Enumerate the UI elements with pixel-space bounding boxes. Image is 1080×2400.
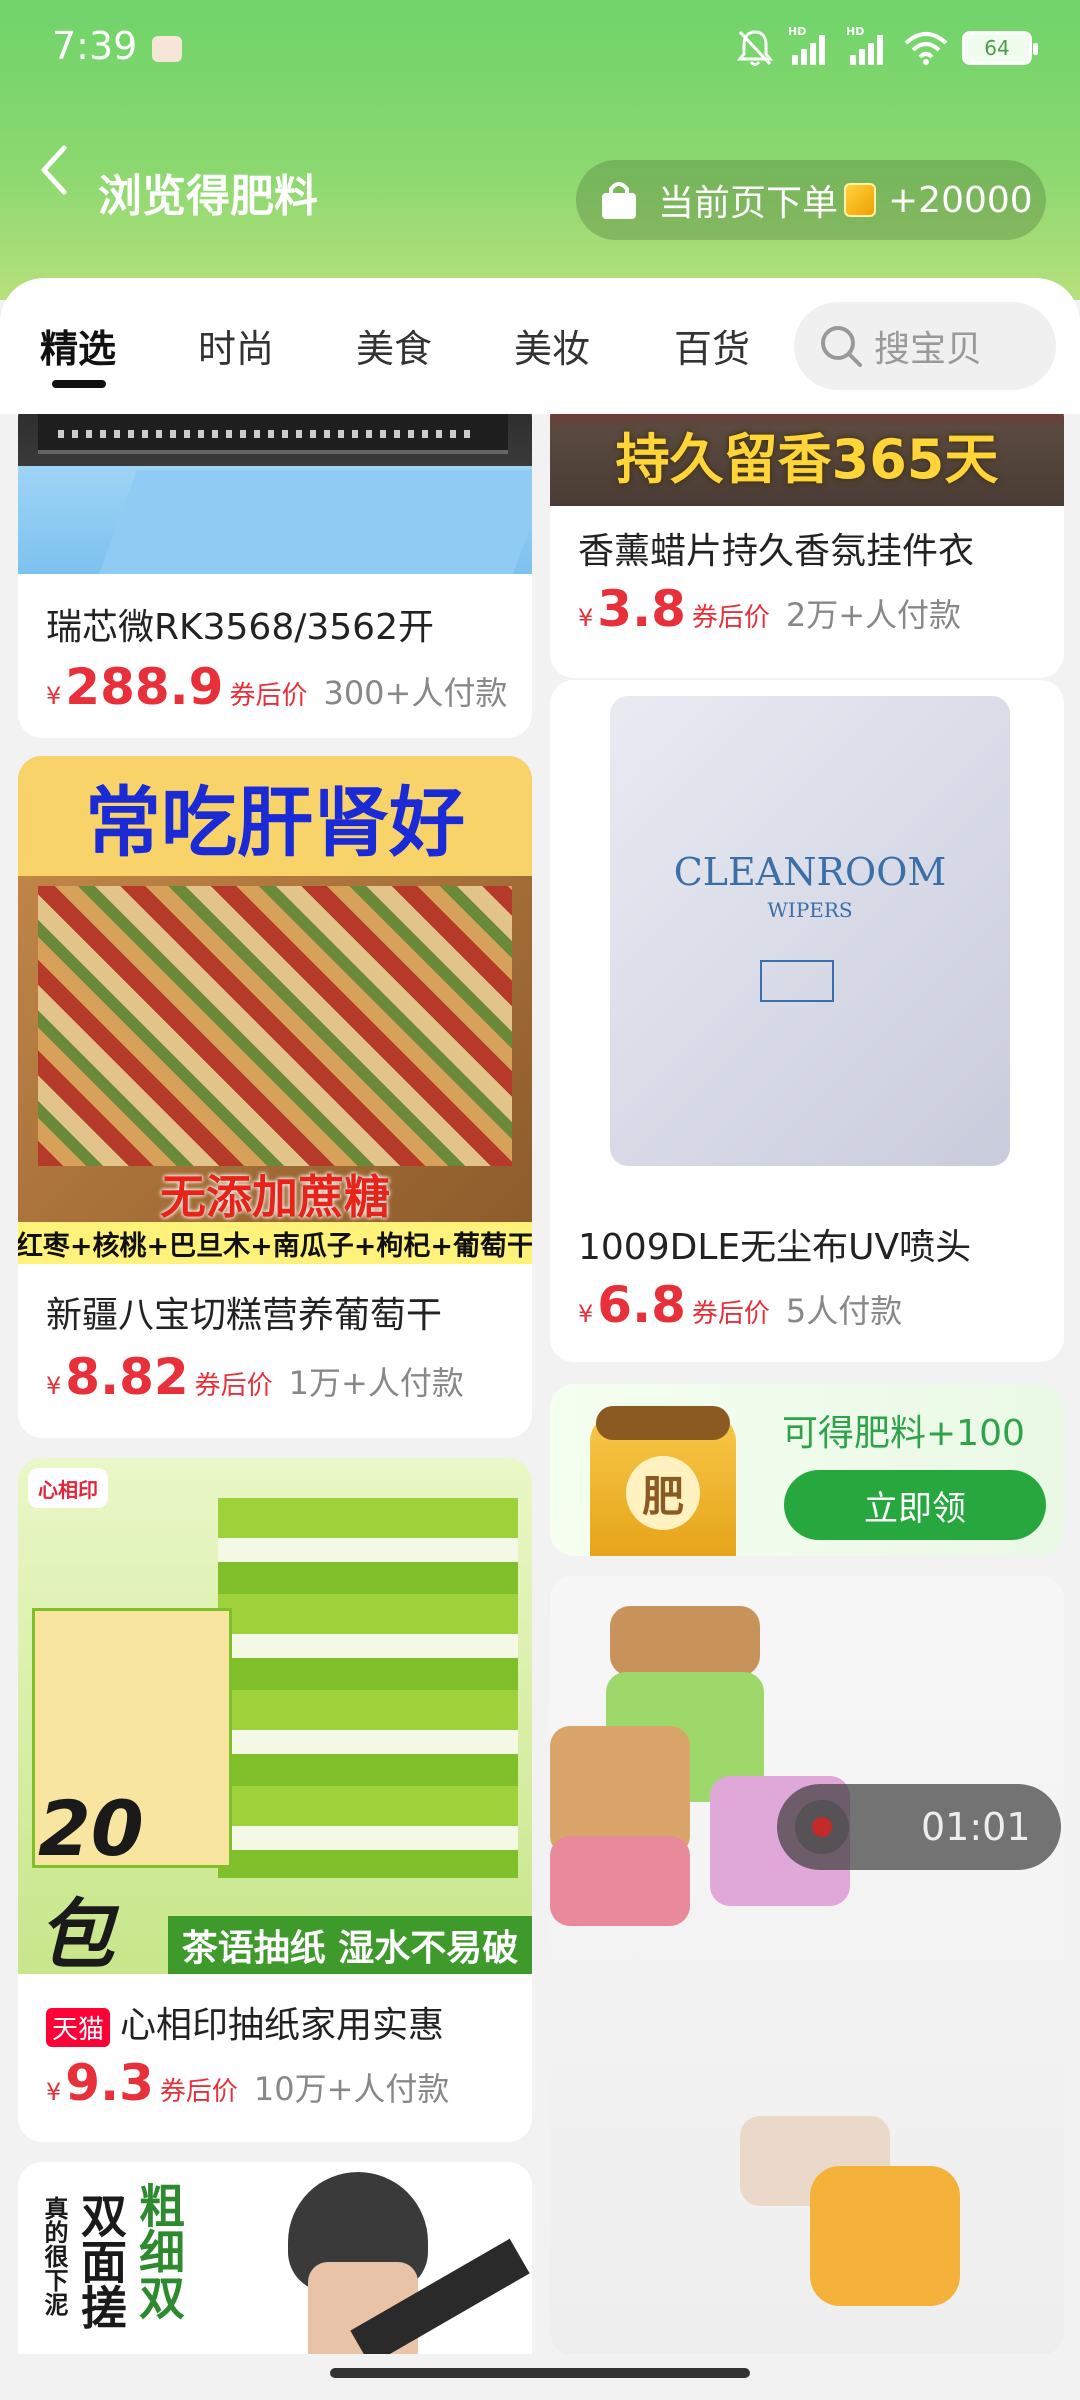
- promo-text: 当前页下单: [658, 183, 839, 224]
- tab-featured[interactable]: 精选: [40, 318, 116, 373]
- app-notification-icon: [152, 36, 182, 62]
- product-title: 天猫 心相印抽纸家用实惠: [46, 1996, 444, 2048]
- product-price: 8.82: [65, 1348, 189, 1406]
- buyers-count: 300+人付款: [323, 674, 508, 712]
- buyers-count: 1万+人付款: [288, 1364, 464, 1402]
- product-title: 新疆八宝切糕营养葡萄干: [46, 1295, 443, 1336]
- price-row: ¥ 288.9 券后价 300+人付款: [46, 658, 508, 716]
- product-image: 持久留香365天: [550, 414, 1064, 506]
- video-time: 01:01: [921, 1805, 1031, 1849]
- fertilizer-reward-card[interactable]: 肥 可得肥料+100 立即领: [550, 1384, 1064, 1556]
- order-reward-pill[interactable]: 当前页下单 +20000: [576, 160, 1046, 240]
- product-card[interactable]: 持久留香365天 香薰蜡片持久香氛挂件衣 ¥ 3.8 券后价 2万+人付款: [550, 414, 1064, 678]
- fertilizer-reward-text: 可得肥料+100: [782, 1413, 1025, 1454]
- tab-beauty[interactable]: 美妆: [514, 318, 590, 373]
- product-feed: 瑞芯微RK3568/3562开 ¥ 288.9 券后价 300+人付款 持久留香…: [0, 414, 1080, 2354]
- tab-food[interactable]: 美食: [356, 318, 432, 373]
- image-brand: CLEANROOM: [673, 850, 947, 894]
- product-card[interactable]: 瑞芯微RK3568/3562开 ¥ 288.9 券后价 300+人付款: [18, 414, 532, 738]
- product-video: [550, 1576, 1064, 2354]
- product-image: 真的很下泥 双面搓 粗细双: [18, 2162, 532, 2354]
- tmall-badge: 天猫: [46, 2007, 111, 2047]
- product-image: CLEANROOM WIPERS: [550, 680, 1064, 1200]
- image-ingredients: 红枣+核桃+巴旦木+南瓜子+枸杞+葡萄干: [18, 1222, 532, 1264]
- video-timer[interactable]: 01:01: [777, 1784, 1061, 1870]
- fertilizer-jar-icon: 肥: [590, 1406, 736, 1556]
- record-dot-icon: [795, 1800, 849, 1854]
- claim-now-button[interactable]: 立即领: [784, 1470, 1046, 1540]
- product-image: 常吃肝肾好 无添加蔗糖 红枣+核桃+巴旦木+南瓜子+枸杞+葡萄干: [18, 756, 532, 1264]
- image-subline: 粗细双: [132, 2182, 186, 2320]
- product-price: 6.8: [597, 1276, 686, 1334]
- product-price: 288.9: [65, 658, 224, 716]
- price-row: ¥ 3.8 券后价 2万+人付款: [578, 580, 962, 638]
- product-image: [18, 414, 532, 574]
- brand-logo: 心相印: [28, 1468, 108, 1508]
- product-title: 瑞芯微RK3568/3562开: [46, 607, 434, 648]
- product-title: 香薰蜡片持久香氛挂件衣: [578, 531, 975, 572]
- product-card[interactable]: 常吃肝肾好 无添加蔗糖 红枣+核桃+巴旦木+南瓜子+枸杞+葡萄干 新疆八宝切糕营…: [18, 756, 532, 1438]
- product-image: 心相印 20包 茶语抽纸 湿水不易破: [18, 1458, 532, 1979]
- battery-icon: 64: [962, 31, 1038, 65]
- search-placeholder: 搜宝贝: [874, 329, 983, 370]
- product-card[interactable]: [550, 1576, 1064, 2354]
- product-card[interactable]: CLEANROOM WIPERS 1009DLE无尘布UV喷头 ¥ 6.8 券后…: [550, 680, 1064, 1362]
- image-subline: 无添加蔗糖: [160, 1170, 390, 1224]
- image-slogan: 茶语抽纸 湿水不易破: [168, 1916, 532, 1974]
- product-card[interactable]: 心相印 20包 茶语抽纸 湿水不易破 天猫心相印抽纸家用实惠 ¥ 9.3 券后价…: [18, 1458, 532, 2142]
- price-row: ¥ 6.8 券后价 5人付款: [578, 1276, 903, 1334]
- image-caption: 持久留香365天: [615, 427, 999, 491]
- buyers-count: 5人付款: [785, 1292, 903, 1330]
- image-brand-sub: WIPERS: [767, 898, 853, 922]
- signal-icon-1: HD: [788, 25, 832, 65]
- price-row: ¥ 9.3 券后价 10万+人付款: [46, 2054, 450, 2112]
- buyers-count: 2万+人付款: [785, 596, 962, 634]
- status-icons: HD HD 64: [736, 25, 1038, 70]
- pack-count: 20包: [38, 1784, 144, 1979]
- image-headline: 常吃肝肾好: [18, 756, 532, 876]
- wifi-icon: [904, 32, 948, 65]
- price-row: ¥ 8.82 券后价 1万+人付款: [46, 1348, 464, 1406]
- product-price: 9.3: [65, 2054, 154, 2112]
- mute-bell-icon: [736, 30, 774, 66]
- tab-general[interactable]: 百货: [674, 318, 750, 373]
- category-tabs: 精选 时尚 美食 美妆 百货 搜宝贝: [0, 278, 1080, 414]
- coin-icon: [844, 183, 877, 217]
- promo-reward: +20000: [888, 179, 1033, 221]
- shopping-bag-icon: [602, 182, 636, 219]
- search-icon: [821, 326, 862, 367]
- status-time: 7:39: [52, 24, 138, 68]
- product-card[interactable]: 真的很下泥 双面搓 粗细双: [18, 2162, 532, 2354]
- page-title: 浏览得肥料: [98, 171, 318, 222]
- back-arrow-icon[interactable]: [36, 140, 76, 200]
- tab-fashion[interactable]: 时尚: [198, 318, 274, 373]
- home-indicator[interactable]: [330, 2368, 750, 2378]
- active-tab-indicator: [52, 380, 106, 388]
- product-title: 1009DLE无尘布UV喷头: [578, 1227, 972, 1268]
- signal-icon-2: HD: [846, 25, 890, 65]
- product-price: 3.8: [597, 580, 686, 638]
- search-input[interactable]: 搜宝贝: [794, 302, 1056, 390]
- buyers-count: 10万+人付款: [253, 2070, 450, 2108]
- navigation-bar: 浏览得肥料 当前页下单 +20000: [0, 120, 1080, 260]
- status-bar: 7:39 HD HD 64: [0, 0, 1080, 100]
